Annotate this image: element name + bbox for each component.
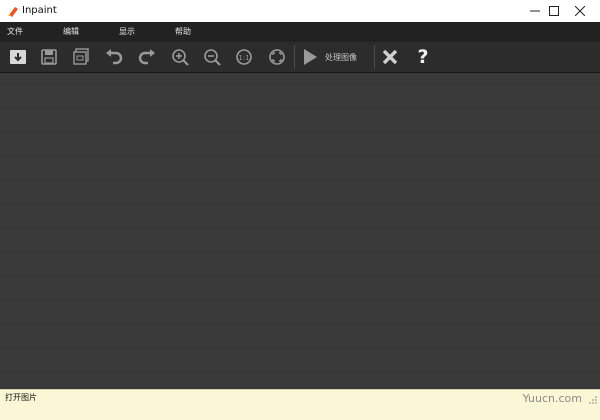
save-icon [41, 49, 57, 65]
toolbar-separator [294, 45, 295, 69]
menu-edit[interactable]: 编辑 [63, 22, 79, 42]
play-icon [304, 49, 317, 65]
fit-icon [269, 49, 285, 65]
menu-bar: 文件 编辑 显示 帮助 [0, 22, 600, 43]
process-image-button[interactable]: 处理图像 [299, 45, 371, 69]
undo-button[interactable] [102, 45, 126, 69]
window-title: Inpaint [22, 5, 57, 16]
app-logo-icon [8, 7, 18, 17]
menu-view[interactable]: 显示 [119, 22, 135, 42]
save-as-icon [73, 48, 89, 65]
actual-size-button[interactable]: 1:1 [232, 45, 256, 69]
close-icon [382, 49, 398, 65]
undo-icon [106, 49, 123, 65]
help-button[interactable]: ? [411, 45, 435, 69]
actual-size-icon: 1:1 [236, 49, 252, 65]
svg-text:1:1: 1:1 [238, 54, 249, 62]
status-bar: 打开图片 Yuucn.com [0, 389, 600, 406]
fit-to-window-button[interactable] [265, 45, 289, 69]
title-bar: Inpaint [0, 0, 600, 23]
zoom-out-icon [204, 49, 221, 66]
watermark-text: Yuucn.com [522, 392, 582, 405]
close-window-button[interactable] [560, 0, 600, 22]
close-icon [575, 6, 585, 16]
window-bottom-edge [0, 406, 600, 420]
redo-icon [138, 49, 155, 65]
open-icon [10, 50, 26, 64]
image-canvas[interactable] [0, 73, 600, 389]
save-button[interactable] [37, 45, 61, 69]
redo-button[interactable] [135, 45, 159, 69]
maximize-icon [549, 6, 559, 16]
process-image-label: 处理图像 [325, 52, 357, 62]
zoom-out-button[interactable] [200, 45, 224, 69]
toolbar: 1:1 处理图像 ? [0, 42, 600, 73]
menu-file[interactable]: 文件 [7, 22, 23, 42]
zoom-in-button[interactable] [168, 45, 192, 69]
toolbar-separator [374, 45, 375, 69]
open-button[interactable] [6, 45, 30, 69]
status-text: 打开图片 [5, 393, 37, 402]
resize-grip-icon[interactable] [588, 395, 598, 405]
zoom-in-icon [172, 49, 189, 66]
clear-selection-button[interactable] [378, 45, 402, 69]
help-icon: ? [417, 46, 429, 68]
save-as-button[interactable] [69, 45, 93, 69]
menu-help[interactable]: 帮助 [175, 22, 191, 42]
